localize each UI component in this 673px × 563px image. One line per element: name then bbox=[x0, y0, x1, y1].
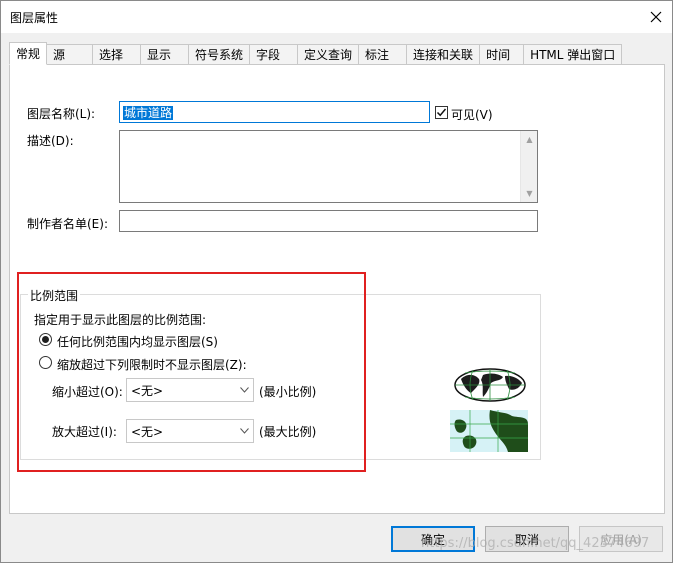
ok-button[interactable]: 确定 bbox=[391, 526, 475, 552]
tab-selection[interactable]: 选择 bbox=[93, 44, 142, 65]
map-large-scale-icon bbox=[450, 410, 528, 452]
tab-label: 定义查询 bbox=[304, 48, 353, 62]
cancel-button[interactable]: 取消 bbox=[485, 526, 569, 552]
tab-symbology[interactable]: 符号系统 bbox=[189, 44, 251, 65]
tab-labels[interactable]: 标注 bbox=[359, 44, 408, 65]
tab-joins-relates[interactable]: 连接和关联 bbox=[407, 44, 481, 65]
tab-label: 标注 bbox=[365, 48, 390, 62]
close-button[interactable] bbox=[640, 1, 672, 33]
author-input[interactable] bbox=[119, 210, 538, 232]
author-label: 制作者名单(E): bbox=[27, 217, 108, 231]
scroll-down-arrow-icon[interactable]: ▼ bbox=[521, 185, 538, 202]
tab-display[interactable]: 显示 bbox=[141, 44, 190, 65]
tab-time[interactable]: 时间 bbox=[480, 44, 525, 65]
description-label: 描述(D): bbox=[27, 134, 74, 148]
tab-label: HTML 弹出窗口 bbox=[530, 48, 616, 62]
layer-properties-dialog: 图层属性 常规 源 选择 显示 符号系统 字段 定义查询 标注 连接和关联 时间… bbox=[0, 0, 673, 563]
description-textarea[interactable]: ▲ ▼ bbox=[119, 130, 538, 203]
tab-source[interactable]: 源 bbox=[47, 44, 94, 65]
checkmark-icon bbox=[436, 108, 447, 117]
visible-checkbox[interactable] bbox=[435, 106, 448, 119]
tab-fields[interactable]: 字段 bbox=[250, 44, 299, 65]
tab-general[interactable]: 常规 bbox=[9, 42, 48, 65]
tab-label: 显示 bbox=[147, 48, 172, 62]
description-scrollbar[interactable]: ▲ ▼ bbox=[520, 131, 537, 202]
layer-name-input[interactable]: 城市道路 bbox=[119, 101, 430, 123]
tab-label: 常规 bbox=[16, 47, 41, 61]
tab-label: 符号系统 bbox=[195, 48, 244, 62]
tab-html-popup[interactable]: HTML 弹出窗口 bbox=[524, 44, 623, 65]
tab-label: 时间 bbox=[486, 48, 511, 62]
layer-name-value: 城市道路 bbox=[123, 106, 174, 120]
cancel-button-label: 取消 bbox=[514, 532, 539, 547]
apply-button-label: 应用(A) bbox=[600, 532, 642, 547]
close-icon bbox=[650, 11, 662, 23]
globe-small-scale-icon bbox=[454, 368, 526, 402]
title-bar: 图层属性 bbox=[1, 1, 672, 33]
visible-label: 可见(V) bbox=[451, 108, 493, 122]
highlight-annotation-frame bbox=[17, 272, 366, 472]
tab-definition-query[interactable]: 定义查询 bbox=[298, 44, 360, 65]
tab-label: 字段 bbox=[256, 48, 281, 62]
tab-label: 连接和关联 bbox=[413, 48, 474, 62]
apply-button[interactable]: 应用(A) bbox=[579, 526, 663, 552]
layer-name-label: 图层名称(L): bbox=[27, 107, 96, 121]
scroll-up-arrow-icon[interactable]: ▲ bbox=[521, 131, 538, 148]
window-title: 图层属性 bbox=[10, 11, 59, 25]
tab-label: 选择 bbox=[99, 48, 124, 62]
tab-bar: 常规 源 选择 显示 符号系统 字段 定义查询 标注 连接和关联 时间 HTML… bbox=[9, 42, 623, 65]
tab-label: 源 bbox=[53, 48, 66, 62]
ok-button-label: 确定 bbox=[420, 532, 445, 547]
